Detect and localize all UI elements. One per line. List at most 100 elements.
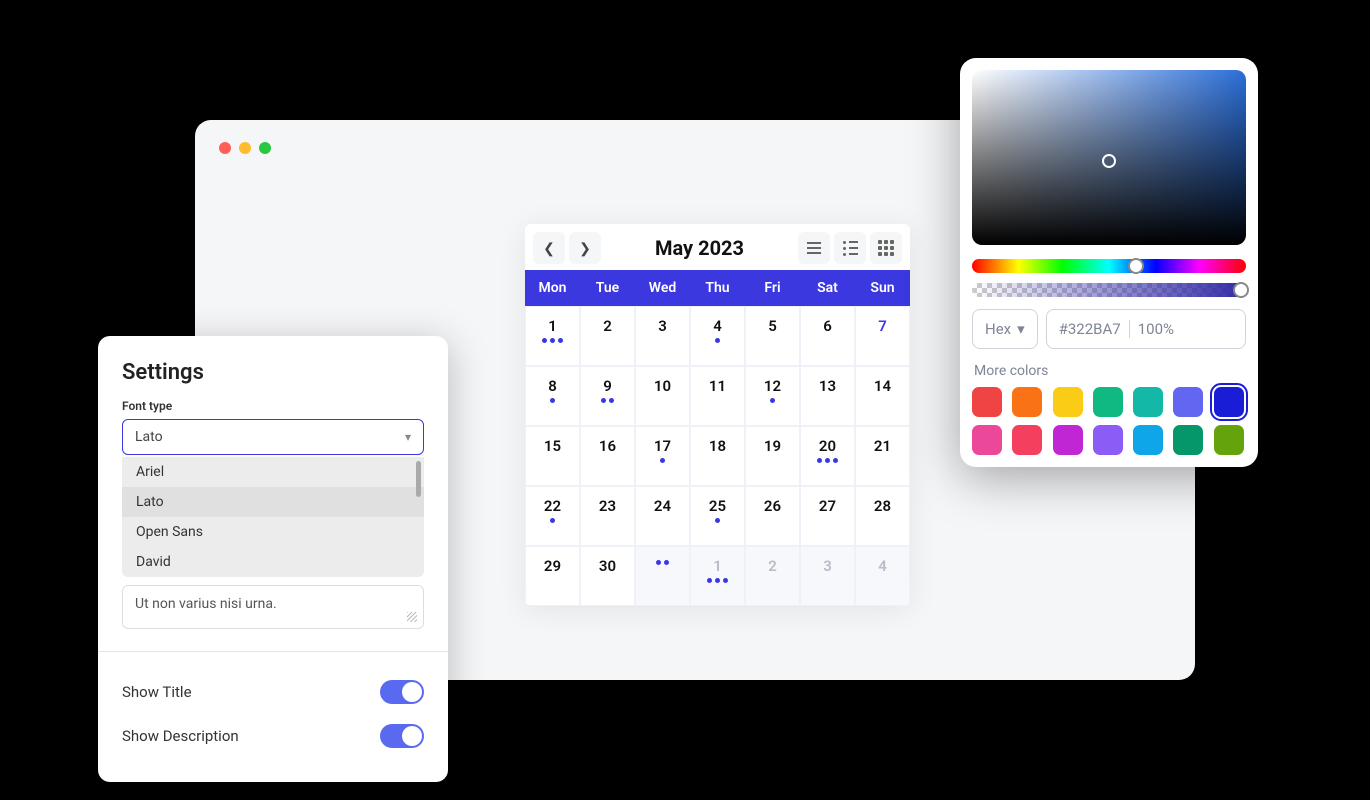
calendar-day-number: 9 [603, 377, 612, 395]
calendar-event-dots [660, 458, 665, 463]
calendar-dayname: Sun [855, 270, 910, 306]
calendar-cell[interactable]: 27 [800, 486, 855, 546]
color-swatch[interactable] [1012, 425, 1042, 455]
color-format-select[interactable]: Hex ▾ [972, 309, 1038, 349]
calendar-cell[interactable]: 22 [525, 486, 580, 546]
divider [1129, 320, 1130, 338]
calendar-cell[interactable]: 4 [690, 306, 745, 366]
dropdown-scrollbar[interactable] [416, 461, 421, 497]
calendar-cell[interactable]: 2 [745, 546, 800, 606]
color-swatch[interactable] [1133, 387, 1163, 417]
font-option[interactable]: Open Sans [122, 517, 424, 547]
calendar-cell[interactable]: 29 [525, 546, 580, 606]
settings-title: Settings [122, 360, 424, 385]
view-bullets-button[interactable] [834, 232, 866, 264]
prev-month-button[interactable]: ❮ [533, 232, 565, 264]
close-window-button[interactable] [219, 142, 231, 154]
more-colors-label: More colors [974, 363, 1246, 379]
hue-handle[interactable] [1128, 258, 1144, 274]
calendar-cell[interactable]: 14 [855, 366, 910, 426]
list-icon [807, 242, 821, 254]
calendar-cell[interactable]: 5 [745, 306, 800, 366]
calendar-cell[interactable]: 7 [855, 306, 910, 366]
color-swatch[interactable] [1173, 425, 1203, 455]
font-option[interactable]: Ariel [122, 457, 424, 487]
calendar-cell[interactable]: 23 [580, 486, 635, 546]
color-handle[interactable] [1102, 154, 1116, 168]
show-title-label: Show Title [122, 683, 192, 701]
maximize-window-button[interactable] [259, 142, 271, 154]
calendar-day-number: 15 [544, 437, 561, 455]
color-swatch[interactable] [972, 425, 1002, 455]
calendar-cell[interactable]: 8 [525, 366, 580, 426]
calendar-cell[interactable]: 2 [580, 306, 635, 366]
calendar-day-number: 4 [713, 317, 722, 335]
color-swatch[interactable] [1093, 387, 1123, 417]
calendar-cell[interactable]: 11 [690, 366, 745, 426]
calendar-cell[interactable]: 20 [800, 426, 855, 486]
calendar-cell[interactable]: 12 [745, 366, 800, 426]
calendar-view-switch [798, 232, 902, 264]
calendar-cell[interactable]: 15 [525, 426, 580, 486]
calendar-cell[interactable]: 19 [745, 426, 800, 486]
calendar-grid: 1234567891011121314151617181920212223242… [525, 306, 910, 606]
color-swatch[interactable] [1053, 387, 1083, 417]
color-swatch[interactable] [972, 387, 1002, 417]
font-type-value: Lato [135, 429, 163, 445]
color-swatch[interactable] [1173, 387, 1203, 417]
calendar-day-number: 21 [874, 437, 891, 455]
calendar-cell[interactable]: 1 [690, 546, 745, 606]
calendar-day-number: 17 [654, 437, 671, 455]
calendar-day-number: 3 [658, 317, 667, 335]
color-swatch[interactable] [1012, 387, 1042, 417]
calendar-day-number: 30 [599, 557, 616, 575]
hue-slider[interactable] [972, 259, 1246, 273]
resize-grip-icon[interactable] [407, 612, 417, 622]
saturation-lightness-area[interactable] [972, 70, 1246, 245]
color-swatch[interactable] [1053, 425, 1083, 455]
calendar-cell[interactable]: 24 [635, 486, 690, 546]
color-swatch[interactable] [1214, 425, 1244, 455]
calendar-dayname: Sat [800, 270, 855, 306]
calendar-daynames-row: MonTueWedThuFriSatSun [525, 270, 910, 306]
show-title-toggle[interactable] [380, 680, 424, 704]
calendar-cell[interactable]: 30 [580, 546, 635, 606]
calendar-cell[interactable]: 25 [690, 486, 745, 546]
calendar-day-number: 2 [603, 317, 612, 335]
calendar-cell[interactable]: 3 [635, 306, 690, 366]
font-type-select[interactable]: Lato ▾ [122, 419, 424, 455]
description-textarea[interactable]: Ut non varius nisi urna. [122, 585, 424, 629]
color-swatch[interactable] [1133, 425, 1163, 455]
calendar-cell[interactable]: 6 [800, 306, 855, 366]
color-swatch[interactable] [1093, 425, 1123, 455]
font-type-label: Font type [122, 399, 424, 413]
calendar-day-number: 6 [823, 317, 832, 335]
calendar-cell[interactable]: 26 [745, 486, 800, 546]
calendar-cell[interactable]: 21 [855, 426, 910, 486]
alpha-handle[interactable] [1233, 282, 1249, 298]
calendar-event-dots [707, 578, 728, 583]
calendar-day-number: 25 [709, 497, 726, 515]
calendar-cell[interactable]: 9 [580, 366, 635, 426]
color-swatch[interactable] [1214, 387, 1244, 417]
color-value-input[interactable]: #322BA7 100% [1046, 309, 1246, 349]
view-grid-button[interactable] [870, 232, 902, 264]
minimize-window-button[interactable] [239, 142, 251, 154]
calendar-cell[interactable] [635, 546, 690, 606]
calendar-cell[interactable]: 3 [800, 546, 855, 606]
font-option[interactable]: David [122, 547, 424, 577]
next-month-button[interactable]: ❯ [569, 232, 601, 264]
calendar-cell[interactable]: 16 [580, 426, 635, 486]
calendar-cell[interactable]: 17 [635, 426, 690, 486]
calendar-cell[interactable]: 28 [855, 486, 910, 546]
view-list-button[interactable] [798, 232, 830, 264]
calendar-day-number: 12 [764, 377, 781, 395]
calendar-cell[interactable]: 4 [855, 546, 910, 606]
calendar-cell[interactable]: 18 [690, 426, 745, 486]
alpha-slider[interactable] [972, 283, 1246, 297]
calendar-cell[interactable]: 13 [800, 366, 855, 426]
show-description-toggle[interactable] [380, 724, 424, 748]
calendar-cell[interactable]: 1 [525, 306, 580, 366]
font-option[interactable]: Lato [122, 487, 424, 517]
calendar-cell[interactable]: 10 [635, 366, 690, 426]
